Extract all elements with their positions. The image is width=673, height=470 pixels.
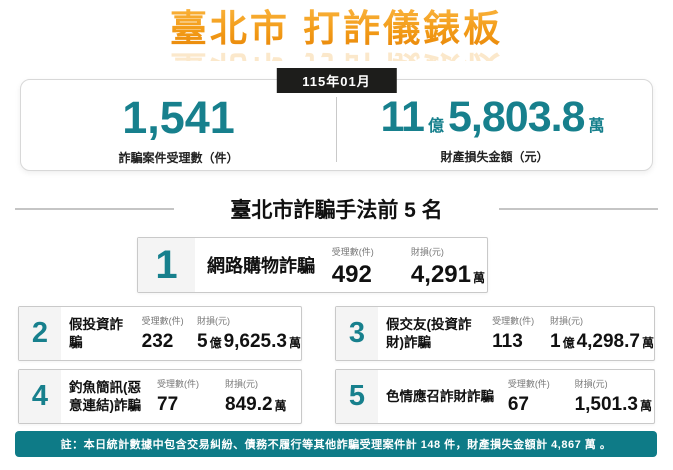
header-line-left (15, 208, 175, 210)
summary-cases: 1,541 詐騙案件受理數（件） (21, 80, 336, 170)
summary-panel: 115年01月 1,541 詐騙案件受理數（件） 11 億 5,803.8 萬 … (20, 68, 653, 171)
loss-stat-value: 4,291 萬 (410, 261, 485, 288)
fraud-type-name: 假交友(投資詐財)詐騙 (386, 316, 472, 350)
fraud-type-name: 釣魚簡訊(惡意連結)詐騙 (69, 379, 141, 413)
fraud-type-name: 網路購物詐騙 (207, 256, 315, 276)
cases-stat-label: 受理數(件) (492, 316, 535, 326)
rank-number: 1 (138, 238, 195, 292)
cases-value: 1,541 (122, 91, 235, 143)
rank-card-2: 2 假投資詐騙 受理數(件) 232 財損(元) 5 億 9,625.3 萬 (18, 306, 302, 361)
cases-stat: 受理數(件) 113 (492, 307, 548, 360)
cases-stat-value: 232 (141, 331, 174, 352)
loss-stat: 財損(元) 1,501.3 萬 (575, 370, 654, 423)
cases-stat-label: 受理數(件) (507, 379, 550, 389)
rank-card-5: 5 色情應召詐財詐騙 受理數(件) 67 財損(元) 1,501.3 萬 (335, 369, 655, 424)
loss-stat: 財損(元) 5 億 9,625.3 萬 (197, 307, 301, 360)
cases-label: 詐騙案件受理數（件） (118, 150, 239, 165)
cases-stat: 受理數(件) 232 (142, 307, 195, 360)
loss-stat: 財損(元) 849.2 萬 (225, 370, 301, 423)
loss-stat-value: 1 億 4,298.7 萬 (549, 331, 654, 352)
cases-stat-label: 受理數(件) (157, 379, 199, 389)
rank-card-4: 4 釣魚簡訊(惡意連結)詐騙 受理數(件) 77 財損(元) 849.2 萬 (18, 369, 302, 424)
page-title-reflection: 臺北市 打詐儀錶板 (0, 47, 673, 60)
cases-stat-value: 67 (507, 394, 529, 415)
cases-stat-label: 受理數(件) (141, 316, 184, 326)
rank-number: 2 (19, 307, 61, 360)
period-badge: 115年01月 (276, 68, 397, 93)
page-title-block: 臺北市 打詐儀錶板 臺北市 打詐儀錶板 (0, 8, 673, 61)
fraud-type-name: 色情應召詐財詐騙 (386, 388, 494, 404)
dashboard-page: 臺北市 打詐儀錶板 臺北市 打詐儀錶板 115年01月 1,541 詐騙案件受理… (0, 0, 673, 470)
cases-stat-value: 77 (157, 394, 179, 415)
loss-unit-part2: 萬 (588, 117, 605, 135)
loss-label: 財產損失金額（元） (440, 149, 549, 164)
cases-stat: 受理數(件) 67 (508, 370, 573, 423)
loss-stat-value: 849.2 萬 (225, 394, 287, 415)
top5-section-title: 臺北市詐騙手法前 5 名 (230, 199, 443, 222)
loss-stat-label: 財損(元) (196, 316, 230, 326)
rank-card-3: 3 假交友(投資詐財)詐騙 受理數(件) 113 財損(元) 1 億 4,298.7… (335, 306, 655, 361)
loss-unit-part1: 億 (427, 117, 444, 135)
footer-note-text: 註：本日統計數據中包含交易糾紛、債務不履行等其他詐騙受理案件計 148 件，財產… (60, 439, 612, 451)
loss-stat-value: 1,501.3 萬 (574, 394, 652, 415)
rank-number: 4 (19, 370, 61, 423)
loss-stat-label: 財損(元) (225, 379, 258, 389)
cases-stat-value: 113 (492, 331, 523, 352)
fraud-type-name: 假投資詐騙 (69, 316, 123, 350)
loss-value: 11 億 5,803.8 萬 (380, 92, 609, 141)
header-line-right (498, 208, 659, 210)
loss-stat-value: 5 億 9,625.3 萬 (196, 331, 301, 352)
summary-loss: 11 億 5,803.8 萬 財產損失金額（元） (337, 80, 652, 170)
page-title: 臺北市 打詐儀錶板 (169, 8, 504, 49)
cases-stat-label: 受理數(件) (331, 247, 374, 257)
rank-number: 5 (336, 370, 378, 423)
cases-stat: 受理數(件) 77 (157, 370, 223, 423)
loss-value-part2: 5,803.8 (448, 92, 585, 141)
cases-stat-value: 492 (331, 261, 372, 288)
rank-number: 3 (336, 307, 378, 360)
loss-value-part1: 11 (380, 92, 425, 141)
cases-stat: 受理數(件) 492 (332, 238, 409, 292)
loss-stat: 財損(元) 4,291 萬 (411, 238, 487, 292)
footer-note-bar: 註：本日統計數據中包含交易糾紛、債務不履行等其他詐騙受理案件計 148 件，財產… (15, 431, 657, 457)
loss-stat-label: 財損(元) (410, 247, 444, 257)
loss-stat-label: 財損(元) (549, 316, 583, 326)
loss-stat: 財損(元) 1 億 4,298.7 萬 (550, 307, 654, 360)
rank-card-1: 1 網路購物詐騙 受理數(件) 492 財損(元) 4,291 萬 (137, 237, 488, 293)
loss-stat-label: 財損(元) (574, 379, 608, 389)
top5-section-header: 臺北市詐騙手法前 5 名 (15, 194, 659, 224)
